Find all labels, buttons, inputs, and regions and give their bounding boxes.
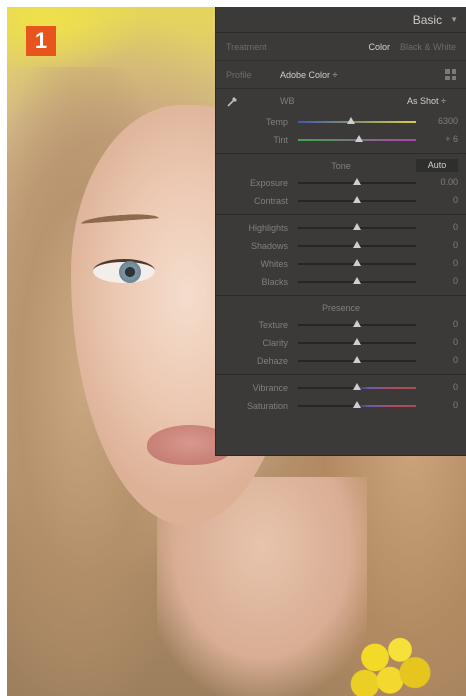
auto-button[interactable]: Auto: [416, 159, 458, 172]
whites-value[interactable]: 0: [453, 258, 458, 268]
wb-label: WB: [280, 96, 295, 106]
tint-track[interactable]: [298, 135, 416, 142]
contrast-label: Contrast: [253, 196, 288, 206]
blacks-thumb[interactable]: [353, 277, 361, 284]
slider-exposure[interactable]: Exposure 0.00: [216, 174, 466, 192]
slider-shadows[interactable]: Shadows 0: [216, 237, 466, 255]
temp-track[interactable]: [298, 117, 416, 124]
slider-tint[interactable]: Tint + 6: [216, 131, 466, 149]
slider-dehaze[interactable]: Dehaze 0: [216, 352, 466, 370]
contrast-track[interactable]: [298, 196, 416, 203]
whites-thumb[interactable]: [353, 259, 361, 266]
dehaze-label: Dehaze: [256, 356, 288, 366]
eyedropper-icon[interactable]: [226, 94, 240, 108]
wb-select[interactable]: As Shot ÷: [407, 96, 446, 106]
saturation-track[interactable]: [298, 401, 416, 408]
saturation-thumb[interactable]: [353, 401, 361, 408]
saturation-value[interactable]: 0: [453, 400, 458, 410]
collapse-triangle-icon[interactable]: ▼: [450, 15, 458, 24]
treatment-label: Treatment: [226, 41, 267, 52]
blacks-value[interactable]: 0: [453, 276, 458, 286]
slider-whites[interactable]: Whites 0: [216, 255, 466, 273]
basic-panel: Basic ▼ Treatment Color Black & White Pr…: [215, 7, 466, 456]
vibrance-value[interactable]: 0: [453, 382, 458, 392]
temp-thumb[interactable]: [347, 117, 356, 124]
tone-label: Tone: [331, 161, 351, 171]
texture-track[interactable]: [298, 320, 416, 327]
tone-section: Tone Auto: [216, 158, 466, 174]
exposure-value[interactable]: 0.00: [440, 177, 458, 187]
highlights-label: Highlights: [248, 223, 288, 233]
contrast-value[interactable]: 0: [453, 195, 458, 205]
temp-label: Temp: [265, 117, 288, 127]
shadows-label: Shadows: [250, 241, 288, 251]
step-badge: 1: [26, 26, 56, 56]
profile-select[interactable]: Adobe Color ÷: [280, 70, 445, 80]
clarity-label: Clarity: [262, 338, 288, 348]
exposure-track[interactable]: [298, 178, 416, 185]
divider: [216, 214, 466, 215]
texture-label: Texture: [258, 320, 288, 330]
tint-label: Tint: [273, 135, 288, 145]
slider-blacks[interactable]: Blacks 0: [216, 273, 466, 291]
treatment-row: Treatment Color Black & White: [216, 33, 466, 61]
dehaze-thumb[interactable]: [353, 356, 361, 363]
clarity-value[interactable]: 0: [453, 337, 458, 347]
slider-highlights[interactable]: Highlights 0: [216, 219, 466, 237]
whites-track[interactable]: [298, 259, 416, 266]
slider-contrast[interactable]: Contrast 0: [216, 192, 466, 210]
highlights-value[interactable]: 0: [453, 222, 458, 232]
divider: [216, 374, 466, 375]
profile-label: Profile: [226, 69, 252, 80]
highlights-track[interactable]: [298, 223, 416, 230]
blacks-label: Blacks: [261, 277, 288, 287]
iris: [119, 261, 141, 283]
exposure-label: Exposure: [249, 178, 288, 188]
presence-label: Presence: [321, 303, 361, 313]
dehaze-value[interactable]: 0: [453, 355, 458, 365]
clarity-thumb[interactable]: [353, 338, 361, 345]
texture-value[interactable]: 0: [453, 319, 458, 329]
slider-clarity[interactable]: Clarity 0: [216, 334, 466, 352]
dehaze-track[interactable]: [298, 356, 416, 363]
contrast-thumb[interactable]: [353, 196, 361, 203]
divider: [216, 153, 466, 154]
shadows-track[interactable]: [298, 241, 416, 248]
whites-label: Whites: [260, 259, 288, 269]
treatment-color-option[interactable]: Color: [368, 42, 390, 52]
panel-title: Basic: [412, 12, 443, 27]
slider-temp[interactable]: Temp 6300: [216, 113, 466, 131]
texture-thumb[interactable]: [353, 320, 361, 327]
tone-sliders: Exposure 0.00 Contrast 0: [216, 174, 466, 210]
vibrance-thumb[interactable]: [353, 383, 361, 390]
vibrance-track[interactable]: [298, 383, 416, 390]
shadows-thumb[interactable]: [353, 241, 361, 248]
slider-saturation[interactable]: Saturation 0: [216, 397, 466, 415]
highlights-thumb[interactable]: [353, 223, 361, 230]
temp-value[interactable]: 6300: [438, 116, 458, 126]
vibrance-label: Vibrance: [252, 383, 288, 393]
color-sliders: Vibrance 0 Saturation 0: [216, 379, 466, 415]
blacks-track[interactable]: [298, 277, 416, 284]
presence-section: Presence: [216, 300, 466, 316]
tint-value[interactable]: + 6: [445, 134, 458, 144]
exposure-thumb[interactable]: [353, 178, 361, 185]
panel-header[interactable]: Basic ▼: [216, 7, 466, 33]
light-sliders: Highlights 0 Shadows 0 Whites 0 Blacks 0: [216, 219, 466, 291]
slider-vibrance[interactable]: Vibrance 0: [216, 379, 466, 397]
clarity-track[interactable]: [298, 338, 416, 345]
divider: [216, 295, 466, 296]
treatment-bw-option[interactable]: Black & White: [400, 42, 456, 52]
saturation-label: Saturation: [246, 401, 288, 411]
slider-texture[interactable]: Texture 0: [216, 316, 466, 334]
profile-row: Profile Adobe Color ÷: [216, 61, 466, 89]
shadows-value[interactable]: 0: [453, 240, 458, 250]
profile-browser-grid-icon[interactable]: [445, 69, 456, 80]
wb-row: WB As Shot ÷: [216, 89, 466, 113]
tint-thumb[interactable]: [355, 135, 364, 142]
yellow-flowers: [345, 627, 445, 696]
presence-sliders: Texture 0 Clarity 0 Dehaze 0: [216, 316, 466, 370]
